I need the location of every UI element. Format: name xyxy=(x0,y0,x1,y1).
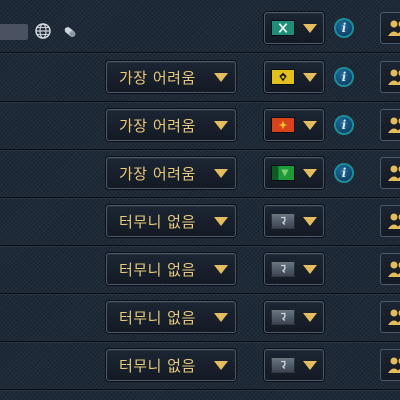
players-icon xyxy=(388,261,400,277)
chevron-down-icon xyxy=(214,313,228,322)
chevron-down-icon xyxy=(214,217,228,226)
players-icon xyxy=(388,357,400,373)
difficulty-label: 터무니 없음 xyxy=(119,213,196,231)
difficulty-label: 터무니 없음 xyxy=(119,357,196,375)
team-select[interactable] xyxy=(264,61,324,93)
player-row-human: i xyxy=(0,4,400,53)
player-name-field[interactable] xyxy=(0,24,28,40)
difficulty-select[interactable]: 터무니 없음 xyxy=(106,301,236,333)
difficulty-select[interactable]: 터무니 없음 xyxy=(106,349,236,381)
ai-player-row: 가장 어려움 i xyxy=(0,149,400,198)
players-icon xyxy=(388,20,400,36)
difficulty-label: 가장 어려움 xyxy=(119,69,196,87)
team-flag-empty xyxy=(271,261,295,277)
players-button[interactable] xyxy=(380,157,400,189)
chevron-down-icon xyxy=(214,169,228,178)
team-select[interactable] xyxy=(264,109,324,141)
info-icon[interactable]: i xyxy=(334,163,354,183)
chevron-down-icon xyxy=(303,361,317,370)
players-button[interactable] xyxy=(380,253,400,285)
team-select[interactable] xyxy=(264,157,324,189)
difficulty-label: 터무니 없음 xyxy=(119,309,196,327)
difficulty-select[interactable]: 터무니 없음 xyxy=(106,205,236,237)
chevron-down-icon xyxy=(214,121,228,130)
info-icon[interactable]: i xyxy=(334,18,354,38)
chevron-down-icon xyxy=(303,73,317,82)
players-button[interactable] xyxy=(380,301,400,333)
team-flag-orange xyxy=(271,117,295,133)
players-button[interactable] xyxy=(380,205,400,237)
team-flag-green xyxy=(271,165,295,181)
chevron-down-icon xyxy=(303,121,317,130)
difficulty-select[interactable]: 터무니 없음 xyxy=(106,253,236,285)
chevron-down-icon xyxy=(303,169,317,178)
team-select[interactable] xyxy=(264,12,324,44)
team-flag-teal xyxy=(271,20,295,36)
difficulty-select[interactable]: 가장 어려움 xyxy=(106,109,236,141)
ai-player-row: 가장 어려움 i xyxy=(0,53,400,102)
chevron-down-icon xyxy=(303,313,317,322)
players-button[interactable] xyxy=(380,12,400,44)
difficulty-label: 터무니 없음 xyxy=(119,261,196,279)
chevron-down-icon xyxy=(214,73,228,82)
difficulty-label: 가장 어려움 xyxy=(119,117,196,135)
info-icon[interactable]: i xyxy=(334,67,354,87)
ai-player-row: 가장 어려움 i xyxy=(0,101,400,150)
ai-player-row: 터무니 없음 xyxy=(0,245,400,294)
ai-player-row: 터무니 없음 xyxy=(0,293,400,342)
team-select[interactable] xyxy=(264,253,324,285)
chevron-down-icon xyxy=(303,217,317,226)
globe-icon[interactable] xyxy=(35,23,51,39)
difficulty-select[interactable]: 가장 어려움 xyxy=(106,157,236,189)
players-button[interactable] xyxy=(380,109,400,141)
capsule-icon[interactable] xyxy=(62,24,78,40)
difficulty-select[interactable]: 가장 어려움 xyxy=(106,61,236,93)
players-icon xyxy=(388,69,400,85)
chevron-down-icon xyxy=(303,24,317,33)
ai-player-row: 터무니 없음 xyxy=(0,197,400,246)
info-icon[interactable]: i xyxy=(334,115,354,135)
team-flag-empty xyxy=(271,357,295,373)
team-flag-yellow xyxy=(271,69,295,85)
difficulty-label: 가장 어려움 xyxy=(119,165,196,183)
team-select[interactable] xyxy=(264,349,324,381)
team-flag-empty xyxy=(271,213,295,229)
players-button[interactable] xyxy=(380,349,400,381)
players-button[interactable] xyxy=(380,61,400,93)
players-icon xyxy=(388,213,400,229)
team-select[interactable] xyxy=(264,301,324,333)
players-icon xyxy=(388,309,400,325)
team-select[interactable] xyxy=(264,205,324,237)
players-icon xyxy=(388,117,400,133)
ai-player-row: 터무니 없음 xyxy=(0,341,400,390)
team-flag-empty xyxy=(271,309,295,325)
chevron-down-icon xyxy=(303,265,317,274)
players-icon xyxy=(388,165,400,181)
chevron-down-icon xyxy=(214,361,228,370)
chevron-down-icon xyxy=(214,265,228,274)
